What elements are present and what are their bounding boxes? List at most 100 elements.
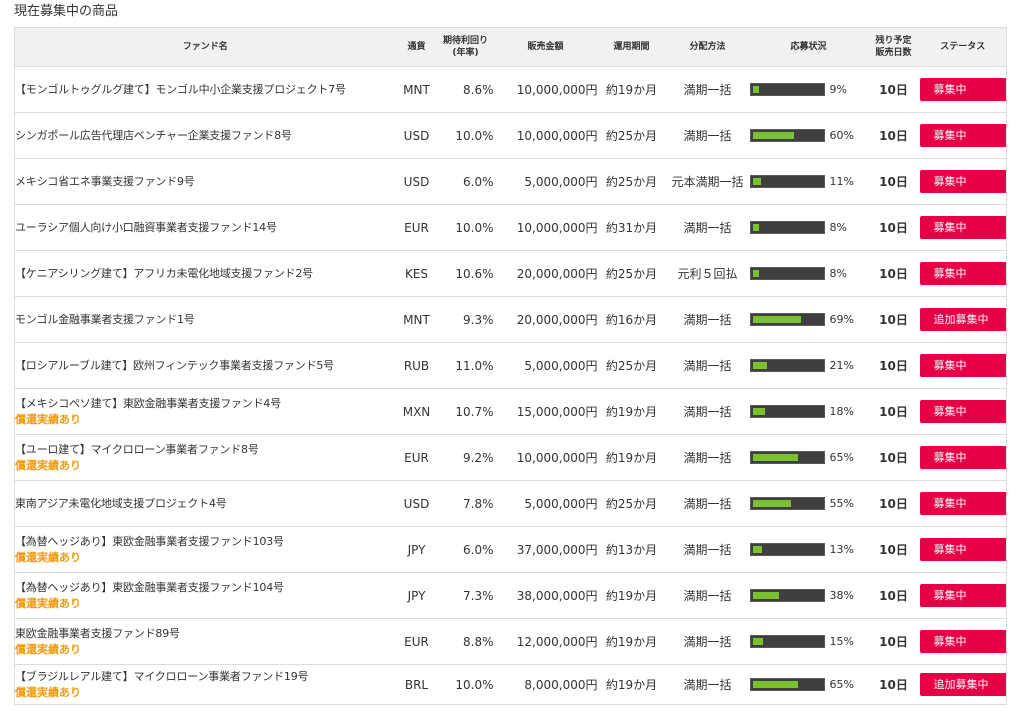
progress-percent: 21% bbox=[829, 359, 854, 372]
table-row: 【ケニアシリング建て】アフリカ未電化地域支援ファンド2号 KES 10.6% 20,0… bbox=[14, 250, 1007, 297]
status-button[interactable]: 募集中 bbox=[919, 124, 1006, 147]
expected-yield-cell: 6.0% bbox=[437, 158, 494, 205]
status-button[interactable]: 募集中 bbox=[919, 584, 1006, 607]
status-button[interactable]: 募集中 bbox=[919, 538, 1006, 561]
header-distribution-method: 分配方法 bbox=[665, 27, 750, 67]
table-row: 【ユーロ建て】マイクロローン事業者ファンド8号 償還実績あり EUR 9.2% 10,0… bbox=[14, 434, 1007, 481]
progress-percent: 15% bbox=[829, 635, 854, 648]
table-row: 【メキシコペソ建て】東欧金融事業者支援ファンド4号 償還実績あり MXN 10.7% 1… bbox=[14, 388, 1007, 435]
operation-period-cell: 約25か月 bbox=[597, 342, 666, 389]
distribution-method-cell: 元利５回払 bbox=[665, 250, 750, 297]
status-cell: 募集中 bbox=[919, 388, 1007, 435]
fund-name-link[interactable]: シンガポール広告代理店ベンチャー企業支援ファンド8号 bbox=[16, 128, 396, 144]
fund-name-link[interactable]: メキシコ省エネ事業支援ファンド9号 bbox=[16, 174, 396, 190]
fund-name-link[interactable]: 【為替ヘッジあり】東欧金融事業者支援ファンド104号 bbox=[16, 580, 396, 596]
progress-bar bbox=[749, 589, 825, 602]
remaining-days-cell: 10日 bbox=[867, 664, 920, 705]
header-operation-period: 運用期間 bbox=[597, 27, 666, 67]
progress-percent: 69% bbox=[829, 313, 854, 326]
progress-wrap: 21% bbox=[749, 359, 868, 372]
remaining-days-cell: 10日 bbox=[867, 66, 920, 113]
sales-amount-cell: 20,000,000円 bbox=[493, 296, 598, 343]
fund-name-link[interactable]: 【ロシアルーブル建て】欧州フィンテック事業者支援ファンド5号 bbox=[16, 358, 396, 374]
expected-yield-cell: 6.0% bbox=[437, 526, 494, 573]
header-status: ステータス bbox=[919, 27, 1007, 67]
status-button[interactable]: 募集中 bbox=[919, 216, 1006, 239]
progress-wrap: 65% bbox=[749, 678, 868, 691]
application-status-cell: 11% bbox=[749, 158, 868, 205]
fund-name-link[interactable]: 東南アジア未電化地域支援プロジェクト4号 bbox=[16, 496, 396, 512]
currency-cell: MXN bbox=[395, 388, 438, 435]
remaining-days-cell: 10日 bbox=[867, 480, 920, 527]
status-button[interactable]: 募集中 bbox=[919, 170, 1006, 193]
progress-bar bbox=[749, 359, 825, 372]
operation-period-cell: 約19か月 bbox=[597, 618, 666, 665]
application-status-cell: 13% bbox=[749, 526, 868, 573]
distribution-method-cell: 満期一括 bbox=[665, 204, 750, 251]
status-button[interactable]: 追加募集中 bbox=[919, 308, 1006, 331]
remaining-days-cell: 10日 bbox=[867, 526, 920, 573]
fund-name-link[interactable]: ユーラシア個人向け小口融資事業者支援ファンド14号 bbox=[16, 220, 396, 236]
remaining-days-cell: 10日 bbox=[867, 434, 920, 481]
status-cell: 募集中 bbox=[919, 342, 1007, 389]
distribution-method-cell: 満期一括 bbox=[665, 480, 750, 527]
status-button[interactable]: 募集中 bbox=[919, 630, 1006, 653]
fund-name-link[interactable]: 【ケニアシリング建て】アフリカ未電化地域支援ファンド2号 bbox=[16, 266, 396, 282]
redemption-record-note: 償還実績あり bbox=[15, 459, 82, 472]
status-button[interactable]: 募集中 bbox=[919, 400, 1006, 423]
status-button[interactable]: 募集中 bbox=[919, 492, 1006, 515]
progress-percent: 18% bbox=[829, 405, 854, 418]
progress-fill bbox=[752, 408, 765, 415]
redemption-record-note: 償還実績あり bbox=[15, 551, 82, 564]
fund-name-cell: 東欧金融事業者支援ファンド89号 償還実績あり bbox=[14, 618, 396, 665]
fund-name-cell: 【ブラジルレアル建て】マイクロローン事業者ファンド19号 償還実績あり bbox=[14, 664, 396, 705]
currency-cell: USD bbox=[395, 480, 438, 527]
application-status-cell: 69% bbox=[749, 296, 868, 343]
table-row: ユーラシア個人向け小口融資事業者支援ファンド14号 EUR 10.0% 10,000,… bbox=[14, 204, 1007, 251]
currency-cell: EUR bbox=[395, 434, 438, 481]
operation-period-cell: 約19か月 bbox=[597, 572, 666, 619]
status-cell: 募集中 bbox=[919, 250, 1007, 297]
progress-bar bbox=[749, 635, 825, 648]
application-status-cell: 60% bbox=[749, 112, 868, 159]
progress-bar bbox=[749, 221, 825, 234]
progress-fill bbox=[752, 224, 759, 231]
table-row: 東欧金融事業者支援ファンド89号 償還実績あり EUR 8.8% 12,000,000円… bbox=[14, 618, 1007, 665]
fund-name-link[interactable]: 【モンゴルトゥグルグ建て】モンゴル中小企業支援プロジェクト7号 bbox=[16, 82, 396, 98]
fund-name-link[interactable]: モンゴル金融事業者支援ファンド1号 bbox=[16, 312, 396, 328]
fund-name-link[interactable]: 【ブラジルレアル建て】マイクロローン事業者ファンド19号 bbox=[16, 669, 396, 685]
progress-wrap: 65% bbox=[749, 451, 868, 464]
operation-period-cell: 約31か月 bbox=[597, 204, 666, 251]
fund-name-link[interactable]: 【ユーロ建て】マイクロローン事業者ファンド8号 bbox=[16, 442, 396, 458]
remaining-days-cell: 10日 bbox=[867, 250, 920, 297]
progress-fill bbox=[752, 454, 798, 461]
header-currency: 通貨 bbox=[395, 27, 438, 67]
status-button[interactable]: 追加募集中 bbox=[919, 673, 1006, 696]
currency-cell: MNT bbox=[395, 66, 438, 113]
progress-fill bbox=[752, 592, 779, 599]
currency-cell: EUR bbox=[395, 204, 438, 251]
header-remaining-days-line2: 販売日数 bbox=[875, 48, 912, 58]
distribution-method-cell: 満期一括 bbox=[665, 618, 750, 665]
currency-cell: USD bbox=[395, 112, 438, 159]
progress-bar bbox=[749, 405, 825, 418]
fund-name-link[interactable]: 【メキシコペソ建て】東欧金融事業者支援ファンド4号 bbox=[16, 396, 396, 412]
remaining-days-cell: 10日 bbox=[867, 572, 920, 619]
fund-table: ファンド名 通貨 期待利回り (年率) 販売金額 運用期間 分配方法 応募状況 … bbox=[14, 27, 1007, 705]
currency-cell: EUR bbox=[395, 618, 438, 665]
expected-yield-cell: 10.0% bbox=[437, 204, 494, 251]
status-cell: 募集中 bbox=[919, 158, 1007, 205]
status-cell: 追加募集中 bbox=[919, 296, 1007, 343]
fund-name-link[interactable]: 東欧金融事業者支援ファンド89号 bbox=[16, 626, 396, 642]
currency-cell: JPY bbox=[395, 526, 438, 573]
fund-name-link[interactable]: 【為替ヘッジあり】東欧金融事業者支援ファンド103号 bbox=[16, 534, 396, 550]
sales-amount-cell: 38,000,000円 bbox=[493, 572, 598, 619]
sales-amount-cell: 8,000,000円 bbox=[493, 664, 598, 705]
status-button[interactable]: 募集中 bbox=[919, 354, 1006, 377]
header-expected-yield-line2: (年率) bbox=[452, 48, 479, 58]
status-button[interactable]: 募集中 bbox=[919, 262, 1006, 285]
remaining-days-cell: 10日 bbox=[867, 158, 920, 205]
status-button[interactable]: 募集中 bbox=[919, 446, 1006, 469]
progress-percent: 38% bbox=[829, 589, 854, 602]
status-button[interactable]: 募集中 bbox=[919, 78, 1006, 101]
